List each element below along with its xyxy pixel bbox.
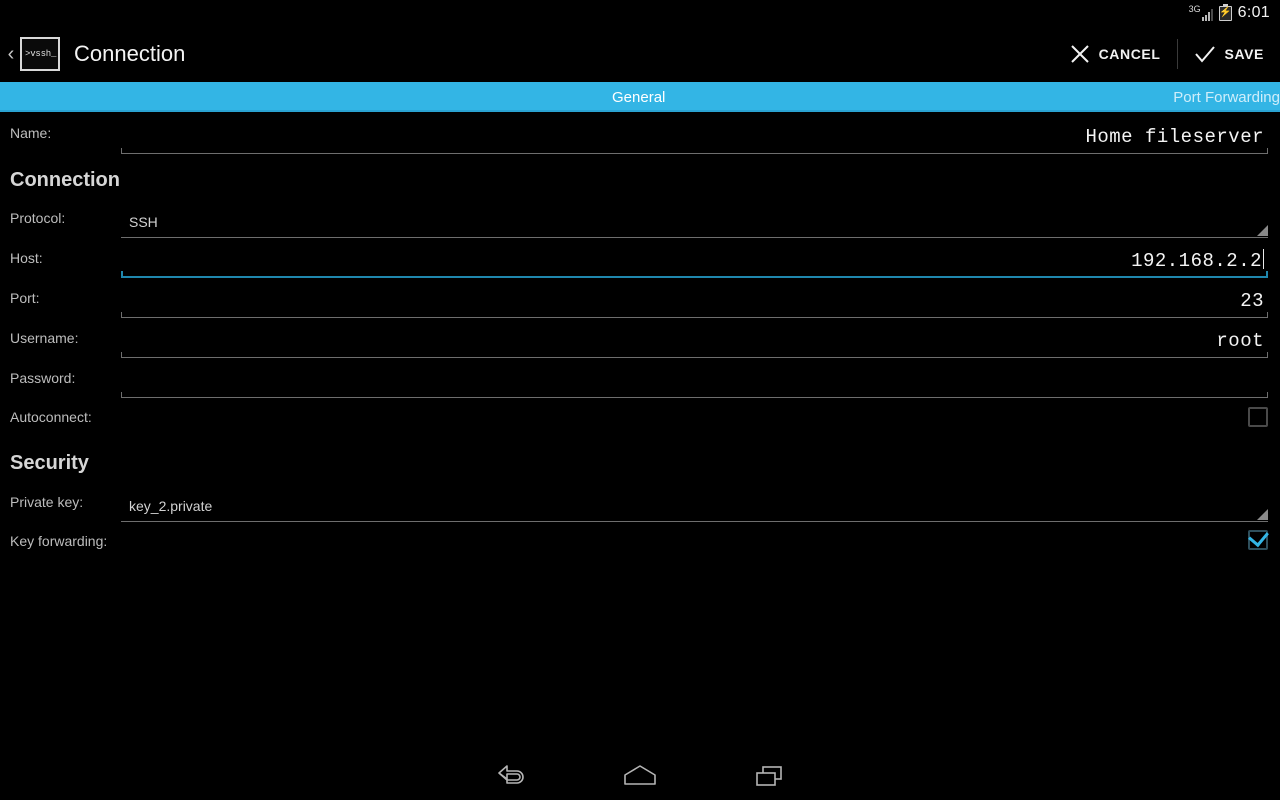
row-password: Password: bbox=[0, 358, 1280, 398]
row-username: Username: root bbox=[0, 318, 1280, 358]
section-connection: Connection bbox=[10, 169, 120, 191]
tab-bar: General Port Forwarding bbox=[0, 82, 1280, 112]
row-host: Host: 192.168.2.2 bbox=[0, 238, 1280, 278]
checkmark-icon bbox=[1248, 525, 1269, 548]
name-label: Name: bbox=[10, 125, 52, 141]
text-caret bbox=[1263, 249, 1264, 269]
cancel-button[interactable]: CANCEL bbox=[1054, 26, 1177, 82]
name-input[interactable]: Home fileserver bbox=[121, 112, 1268, 154]
row-key-forwarding: Key forwarding: bbox=[0, 522, 1280, 560]
nav-recents-button[interactable] bbox=[705, 752, 835, 800]
host-value-wrap: 192.168.2.2 bbox=[1131, 249, 1264, 272]
system-navigation-bar bbox=[0, 752, 1280, 800]
network-indicator: 3G bbox=[1189, 5, 1213, 21]
nav-back-button[interactable] bbox=[445, 752, 575, 800]
nav-home-button[interactable] bbox=[575, 752, 705, 800]
app-icon[interactable]: >vssh_ bbox=[20, 37, 60, 71]
tab-general[interactable]: General bbox=[612, 89, 665, 106]
row-protocol: Protocol: SSH bbox=[0, 198, 1280, 238]
port-value: 23 bbox=[1240, 290, 1264, 312]
cancel-button-label: CANCEL bbox=[1098, 46, 1161, 62]
host-input[interactable]: 192.168.2.2 bbox=[121, 238, 1268, 278]
key-forwarding-label: Key forwarding: bbox=[10, 533, 108, 549]
tab-port-forwarding[interactable]: Port Forwarding bbox=[1173, 89, 1280, 106]
row-port: Port: 23 bbox=[0, 278, 1280, 318]
autoconnect-checkbox[interactable] bbox=[1248, 407, 1268, 427]
private-key-label: Private key: bbox=[10, 494, 84, 510]
save-button-label: SAVE bbox=[1224, 46, 1264, 62]
name-underline bbox=[121, 148, 1268, 154]
username-input[interactable]: root bbox=[121, 318, 1268, 358]
check-icon bbox=[1194, 46, 1215, 63]
port-input[interactable]: 23 bbox=[121, 278, 1268, 318]
port-label: Port: bbox=[10, 290, 40, 306]
spinner-dropdown-icon bbox=[1257, 225, 1268, 236]
private-key-spinner[interactable]: key_2.private bbox=[121, 482, 1268, 522]
host-label: Host: bbox=[10, 250, 43, 266]
name-value: Home fileserver bbox=[1085, 126, 1264, 148]
up-chevron-icon[interactable]: ‹ bbox=[0, 43, 18, 66]
key-forwarding-checkbox[interactable] bbox=[1248, 525, 1269, 550]
page-title: Connection bbox=[74, 41, 186, 66]
username-value: root bbox=[1216, 330, 1264, 352]
autoconnect-label: Autoconnect: bbox=[10, 409, 92, 425]
spinner-dropdown-icon bbox=[1257, 509, 1268, 520]
signal-bars-icon bbox=[1201, 8, 1213, 21]
status-clock: 6:01 bbox=[1237, 4, 1270, 21]
password-input[interactable] bbox=[121, 358, 1268, 398]
row-autoconnect: Autoconnect: bbox=[0, 398, 1280, 436]
settings-form: Name: Home fileserver Connection Protoco… bbox=[0, 112, 1280, 560]
private-key-value: key_2.private bbox=[129, 498, 213, 514]
protocol-value: SSH bbox=[129, 214, 158, 230]
close-icon bbox=[1070, 45, 1089, 63]
battery-charging-icon: ⚡ bbox=[1218, 3, 1232, 21]
action-bar: ‹ >vssh_ Connection CANCEL SAVE bbox=[0, 26, 1280, 82]
section-security: Security bbox=[10, 452, 89, 474]
protocol-spinner[interactable]: SSH bbox=[121, 198, 1268, 238]
host-value: 192.168.2.2 bbox=[1131, 250, 1262, 272]
home-icon bbox=[624, 765, 656, 785]
protocol-label: Protocol: bbox=[10, 210, 66, 226]
row-name: Name: Home fileserver bbox=[0, 112, 1280, 154]
status-bar: 3G ⚡ 6:01 bbox=[0, 0, 1280, 26]
password-label: Password: bbox=[10, 370, 76, 386]
network-type-label: 3G bbox=[1188, 4, 1201, 14]
save-button[interactable]: SAVE bbox=[1178, 26, 1280, 82]
username-label: Username: bbox=[10, 330, 79, 346]
recents-icon bbox=[756, 766, 782, 786]
row-private-key: Private key: key_2.private bbox=[0, 482, 1280, 522]
action-bar-actions: CANCEL SAVE bbox=[1054, 26, 1280, 82]
back-icon bbox=[498, 765, 524, 784]
